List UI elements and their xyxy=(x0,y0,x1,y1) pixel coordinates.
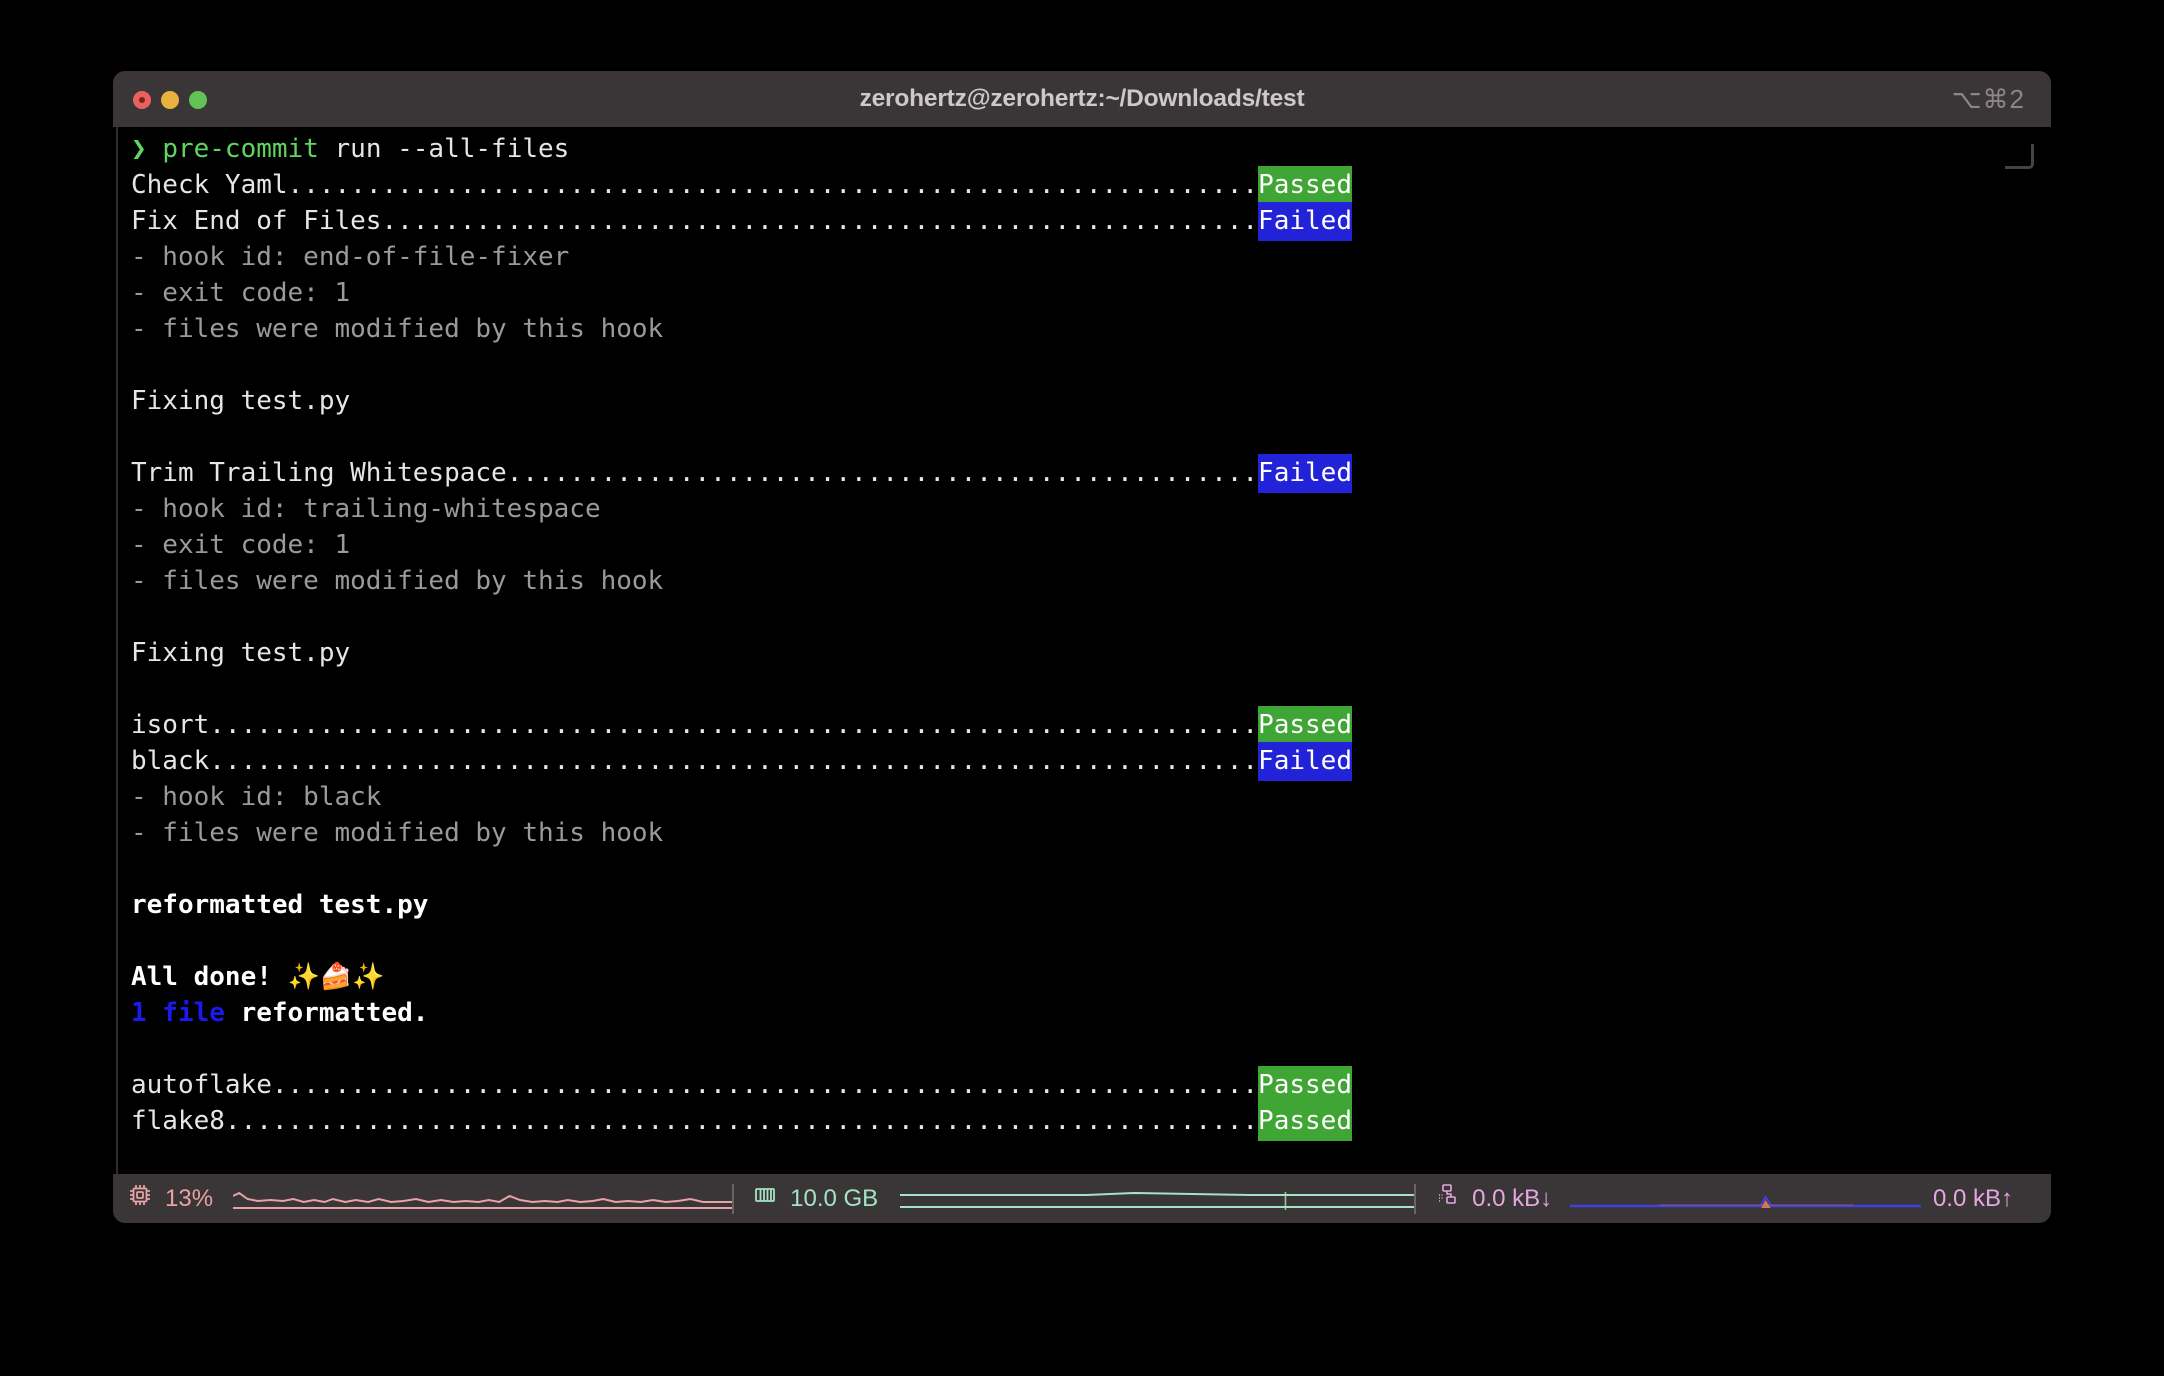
hook-result-line: Trim Trailing Whitespace................… xyxy=(131,454,2051,493)
hook-dots: ........................................… xyxy=(271,1070,1259,1100)
cpu-sparkline xyxy=(233,1182,733,1216)
status-memory-segment: 10.0 GB xyxy=(734,1174,1415,1223)
cpu-value: 13% xyxy=(165,1184,214,1212)
hook-detail-text: - hook id: end-of-file-fixer xyxy=(131,242,570,272)
memory-sparkline xyxy=(900,1182,1415,1216)
network-upload-value: 0.0 kB↑ xyxy=(1932,1184,2013,1212)
hook-dots: ........................................… xyxy=(224,1106,1259,1136)
status-badge: Failed xyxy=(1258,202,1352,241)
cpu-icon xyxy=(127,1182,153,1215)
window-shortcut-indicator: ⌥⌘2 xyxy=(1951,84,2025,114)
reformat-count-unit: file xyxy=(146,998,241,1028)
memory-value: 10.0 GB xyxy=(790,1184,879,1212)
hook-detail-line: - exit code: 1 xyxy=(131,527,2051,563)
hook-result-line: Fix End of Files........................… xyxy=(131,202,2051,241)
hook-name: flake8 xyxy=(131,1106,225,1136)
command-args: run --all-files xyxy=(318,134,570,164)
titlebar[interactable]: zerohertz@zerohertz:~/Downloads/test ⌥⌘2 xyxy=(113,71,2051,128)
hook-detail-line: - hook id: black xyxy=(131,779,2051,815)
output-text: Fixing test.py xyxy=(131,386,351,416)
hook-detail-line: - files were modified by this hook xyxy=(131,311,2051,347)
output-text-bold: reformatted test.py xyxy=(131,890,429,920)
all-done-line: All done! ✨🍰✨ xyxy=(131,959,2051,995)
terminal-window[interactable]: zerohertz@zerohertz:~/Downloads/test ⌥⌘2… xyxy=(113,71,2051,1223)
output-text: Fixing test.py xyxy=(131,638,351,668)
memory-icon xyxy=(752,1182,778,1215)
hook-dots: ........................................… xyxy=(381,206,1259,236)
reformat-count-line: 1 file reformatted. xyxy=(131,995,2051,1031)
prompt-symbol: ❯ xyxy=(131,134,163,164)
hook-dots: ........................................… xyxy=(287,170,1259,200)
hook-detail-text: - files were modified by this hook xyxy=(131,566,664,596)
status-badge: Failed xyxy=(1258,742,1352,781)
status-badge: Passed xyxy=(1258,1102,1352,1141)
network-sparkline xyxy=(1570,1182,1921,1216)
status-network-segment: 0.0 kB↓ 0.0 kB↑ xyxy=(1416,1174,2051,1223)
hook-detail-text: - exit code: 1 xyxy=(131,278,351,308)
status-badge: Failed xyxy=(1258,454,1352,493)
hook-detail-line: - files were modified by this hook xyxy=(131,815,2051,851)
hook-detail-text: - files were modified by this hook xyxy=(131,314,664,344)
hook-dots: ........................................… xyxy=(209,710,1259,740)
status-badge: Passed xyxy=(1258,166,1352,205)
output-line: Fixing test.py xyxy=(131,635,2051,671)
command-name: pre-commit xyxy=(162,134,319,164)
reformat-count-text: reformatted. xyxy=(240,998,429,1028)
status-cpu-segment: 13% xyxy=(113,1174,733,1223)
hook-dots: ........................................… xyxy=(506,458,1259,488)
hook-detail-line: - files were modified by this hook xyxy=(131,563,2051,599)
celebration-emoji: ✨🍰✨ xyxy=(287,962,385,992)
hook-detail-text: - hook id: black xyxy=(131,782,382,812)
terminal-lines: ❯ pre-commit run --all-files Check Yaml..… xyxy=(131,131,2051,1141)
network-download-value: 0.0 kB↓ xyxy=(1472,1184,1553,1212)
hook-result-line: Check Yaml..............................… xyxy=(131,166,2051,205)
all-done-text: All done! xyxy=(131,962,288,992)
output-line: Fixing test.py xyxy=(131,383,2051,419)
status-badge: Passed xyxy=(1258,706,1352,745)
hook-result-line: isort...................................… xyxy=(131,706,2051,745)
command-line[interactable]: ❯ pre-commit run --all-files xyxy=(131,131,2051,167)
hook-name: Trim Trailing Whitespace xyxy=(131,458,507,488)
terminal-output[interactable]: ❯ pre-commit run --all-files Check Yaml..… xyxy=(113,127,2051,1174)
network-icon xyxy=(1434,1182,1460,1215)
hook-detail-line: - hook id: end-of-file-fixer xyxy=(131,239,2051,275)
output-line-bold: reformatted test.py xyxy=(131,887,2051,923)
hook-name: Check Yaml xyxy=(131,170,288,200)
hook-result-line: flake8..................................… xyxy=(131,1102,2051,1141)
hook-name: black xyxy=(131,746,210,776)
hook-detail-line: - exit code: 1 xyxy=(131,275,2051,311)
status-bar: 13% 10.0 GB 0.0 kB↓ 0.0 kB↑ xyxy=(113,1174,2051,1223)
hook-result-line: black...................................… xyxy=(131,742,2051,781)
hook-detail-line: - hook id: trailing-whitespace xyxy=(131,491,2051,527)
hook-name: isort xyxy=(131,710,210,740)
status-badge: Passed xyxy=(1258,1066,1352,1105)
hook-dots: ........................................… xyxy=(209,746,1259,776)
hook-result-line: autoflake...............................… xyxy=(131,1066,2051,1105)
hook-detail-text: - exit code: 1 xyxy=(131,530,351,560)
terminal-gutter xyxy=(116,127,118,1174)
hook-name: Fix End of Files xyxy=(131,206,382,236)
hook-detail-text: - hook id: trailing-whitespace xyxy=(131,494,601,524)
window-title: zerohertz@zerohertz:~/Downloads/test xyxy=(859,85,1305,112)
hook-name: autoflake xyxy=(131,1070,272,1100)
hook-detail-text: - files were modified by this hook xyxy=(131,818,664,848)
reformat-count-number: 1 xyxy=(131,998,147,1028)
